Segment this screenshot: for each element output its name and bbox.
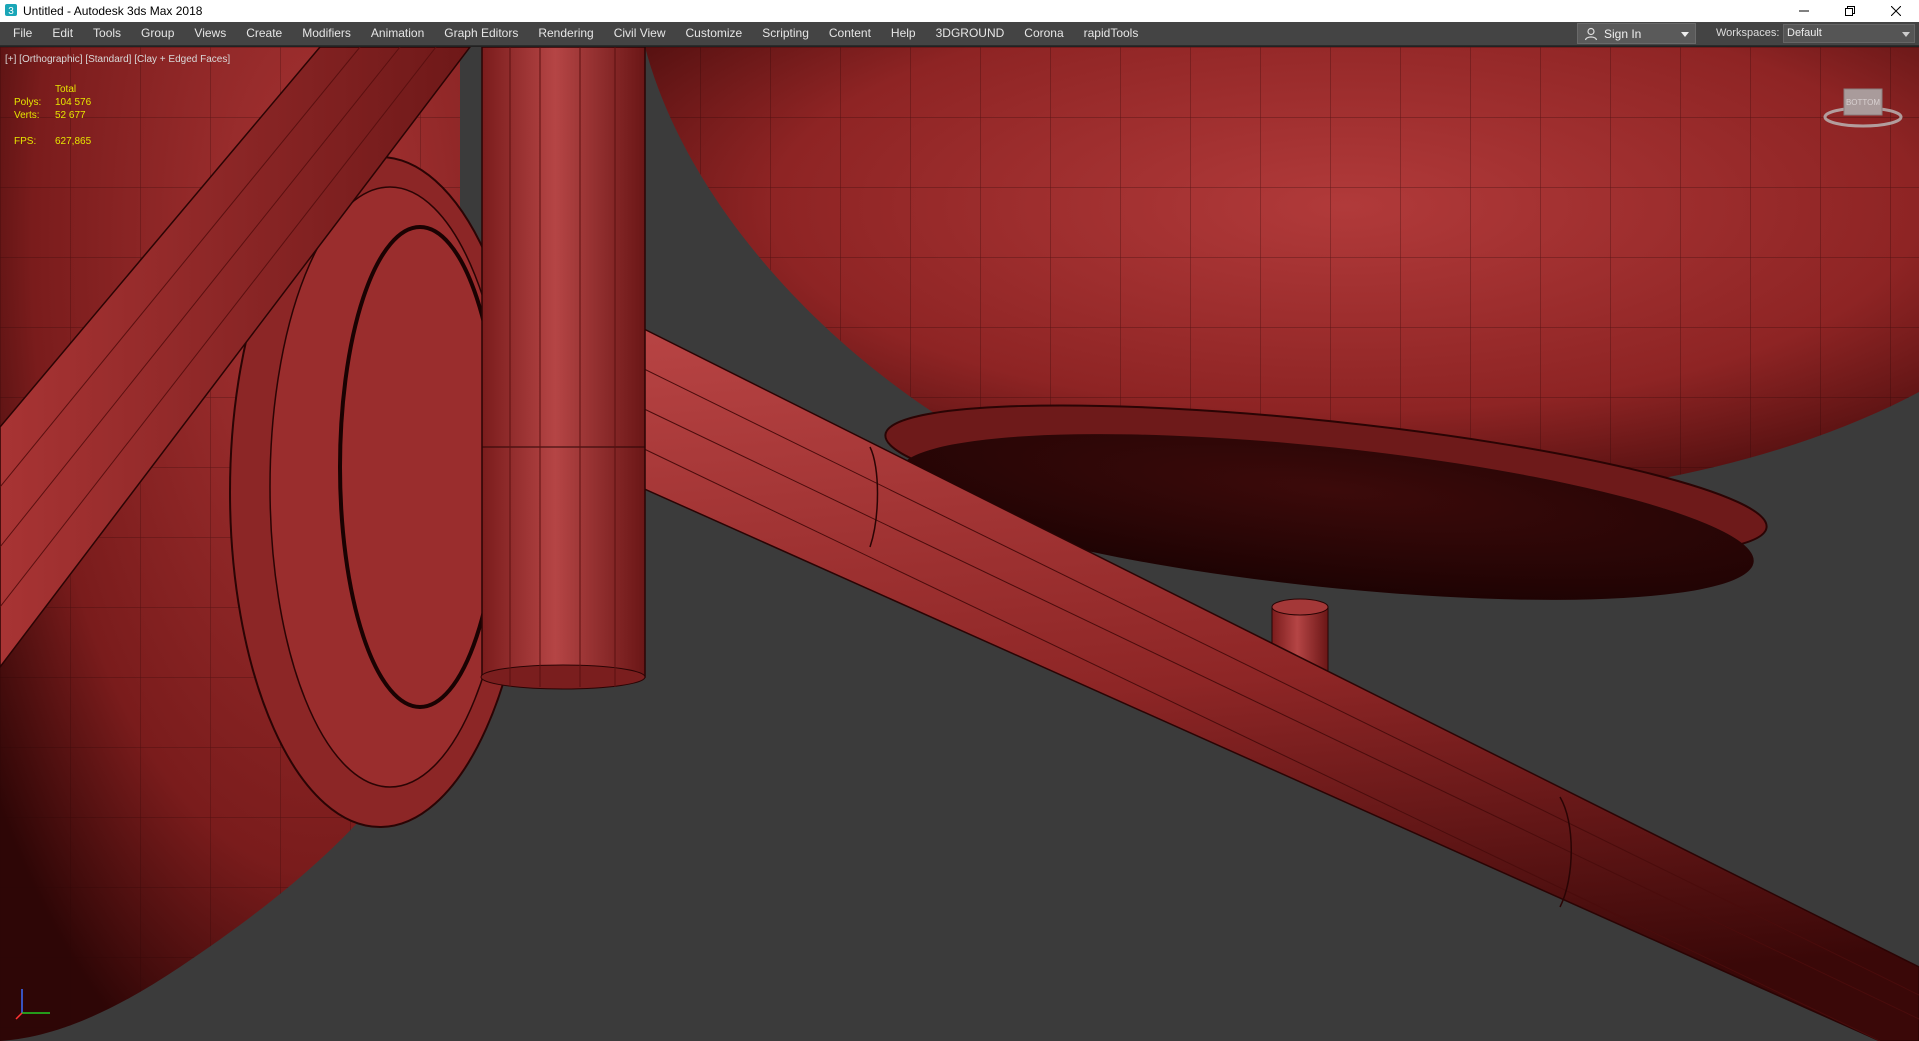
- user-icon: [1584, 27, 1598, 40]
- minimize-icon: [1799, 10, 1809, 12]
- workspaces-value: Default: [1787, 27, 1822, 39]
- viewport-scene[interactable]: [0, 47, 1919, 1041]
- menu-corona[interactable]: Corona: [1015, 22, 1074, 45]
- menu-help[interactable]: Help: [882, 22, 927, 45]
- menu-create[interactable]: Create: [237, 22, 293, 45]
- stats-verts-label: Verts:: [14, 110, 40, 121]
- chevron-down-icon: [1902, 32, 1910, 37]
- viewcube-face-label: BOTTOM: [1846, 98, 1880, 107]
- viewport-label[interactable]: [+] [Orthographic] [Standard] [Clay + Ed…: [5, 54, 230, 65]
- 3dsmax-icon: 3: [5, 4, 17, 17]
- menu-graph-editors[interactable]: Graph Editors: [435, 22, 529, 45]
- window-title: Untitled - Autodesk 3ds Max 2018: [23, 4, 203, 18]
- perspective-viewport[interactable]: [+] [Orthographic] [Standard] [Clay + Ed…: [0, 46, 1919, 1041]
- chevron-down-icon: [1681, 32, 1689, 37]
- restore-button[interactable]: [1827, 0, 1873, 22]
- menu-3dground[interactable]: 3DGROUND: [927, 22, 1016, 45]
- sign-in-button[interactable]: Sign In: [1577, 23, 1696, 44]
- restore-icon: [1845, 6, 1855, 16]
- stats-fps-label: FPS:: [14, 136, 37, 147]
- menu-tools[interactable]: Tools: [84, 22, 132, 45]
- stats-fps-value: 627,865: [55, 136, 92, 147]
- workspaces-label: Workspaces:: [1716, 27, 1780, 39]
- menu-civil-view[interactable]: Civil View: [605, 22, 677, 45]
- close-icon: [1891, 6, 1901, 16]
- menu-file[interactable]: File: [0, 22, 43, 45]
- main-menu: File Edit Tools Group Views Create Modif…: [0, 22, 1149, 45]
- menu-group[interactable]: Group: [132, 22, 185, 45]
- axis-gizmo: [15, 989, 50, 1020]
- menu-scripting[interactable]: Scripting: [753, 22, 820, 45]
- stats-verts-value: 52 677: [55, 110, 86, 121]
- vertical-pipe[interactable]: [480, 47, 646, 690]
- close-button[interactable]: [1873, 0, 1919, 22]
- menu-customize[interactable]: Customize: [677, 22, 754, 45]
- menu-modifiers[interactable]: Modifiers: [293, 22, 362, 45]
- menu-edit[interactable]: Edit: [43, 22, 84, 45]
- menu-bar: File Edit Tools Group Views Create Modif…: [0, 22, 1919, 46]
- svg-text:3: 3: [8, 6, 14, 17]
- menu-views[interactable]: Views: [185, 22, 237, 45]
- menu-animation[interactable]: Animation: [362, 22, 435, 45]
- workspaces-dropdown[interactable]: Default: [1783, 24, 1915, 43]
- stats-polys-value: 104 576: [55, 97, 92, 108]
- stats-polys-label: Polys:: [14, 97, 42, 108]
- minimize-button[interactable]: [1781, 0, 1827, 22]
- title-bar: 3 Untitled - Autodesk 3ds Max 2018: [0, 0, 1919, 22]
- menu-rendering[interactable]: Rendering: [529, 22, 604, 45]
- menu-content[interactable]: Content: [820, 22, 882, 45]
- viewcube[interactable]: BOTTOM: [1822, 77, 1904, 131]
- stats-header: Total: [55, 84, 77, 95]
- menu-rapidtools[interactable]: rapidTools: [1075, 22, 1150, 45]
- sign-in-label: Sign In: [1604, 26, 1642, 41]
